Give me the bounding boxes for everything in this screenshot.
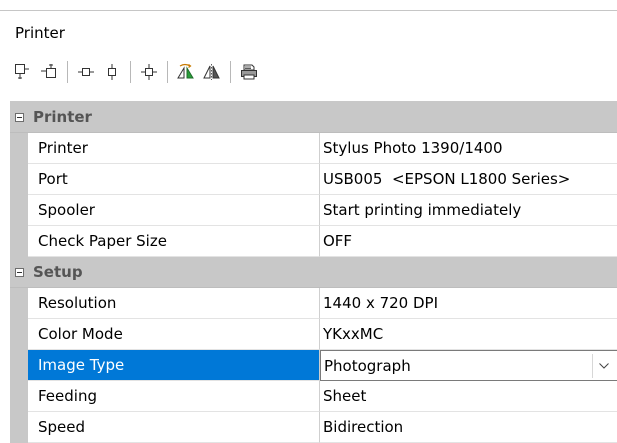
center-horizontal-icon[interactable] <box>73 58 99 86</box>
center-both-icon[interactable] <box>136 58 162 86</box>
toolbar-separator <box>130 61 131 83</box>
property-grid: Printer Printer Stylus Photo 1390/1400 P… <box>10 101 617 443</box>
category-printer[interactable]: Printer <box>10 102 617 133</box>
property-row-resolution[interactable]: Resolution 1440 x 720 DPI <box>10 288 617 319</box>
property-name: Color Mode <box>28 319 320 350</box>
property-value[interactable]: Bidirection <box>320 412 617 443</box>
property-row-speed[interactable]: Speed Bidirection <box>10 412 617 443</box>
property-name: Image Type <box>28 350 320 381</box>
printer-icon[interactable] <box>236 58 262 86</box>
selected-value: Photograph <box>324 357 411 375</box>
property-name: Port <box>28 164 320 195</box>
category-label: Setup <box>33 263 83 281</box>
property-value[interactable]: Stylus Photo 1390/1400 <box>320 133 617 164</box>
collapse-icon[interactable] <box>10 102 28 132</box>
align-top-right-icon[interactable] <box>36 58 62 86</box>
property-value[interactable]: USB005 <EPSON L1800 Series> <box>320 164 617 195</box>
property-name: Speed <box>28 412 320 443</box>
property-value[interactable]: OFF <box>320 226 617 257</box>
property-row-feeding[interactable]: Feeding Sheet <box>10 381 617 412</box>
image-type-select[interactable]: Photograph <box>320 350 617 381</box>
toolbar-separator <box>167 61 168 83</box>
top-divider <box>0 10 617 11</box>
collapse-icon[interactable] <box>10 257 28 287</box>
align-bottom-left-icon[interactable] <box>10 58 36 86</box>
toolbar-separator <box>230 61 231 83</box>
property-name: Printer <box>28 133 320 164</box>
property-row-spooler[interactable]: Spooler Start printing immediately <box>10 195 617 226</box>
property-row-printer[interactable]: Printer Stylus Photo 1390/1400 <box>10 133 617 164</box>
property-row-check-paper-size[interactable]: Check Paper Size OFF <box>10 226 617 257</box>
property-value[interactable]: Start printing immediately <box>320 195 617 226</box>
toolbar-separator <box>67 61 68 83</box>
flip-horizontal-icon[interactable] <box>199 58 225 86</box>
toolbar <box>10 58 262 86</box>
property-value[interactable]: YKxxMC <box>320 319 617 350</box>
property-name: Check Paper Size <box>28 226 320 257</box>
center-vertical-icon[interactable] <box>99 58 125 86</box>
mirror-color-icon[interactable] <box>173 58 199 86</box>
property-name: Resolution <box>28 288 320 319</box>
panel-title: Printer <box>15 24 65 42</box>
property-name: Spooler <box>28 195 320 226</box>
category-label: Printer <box>33 108 92 126</box>
category-setup[interactable]: Setup <box>10 257 617 288</box>
property-row-port[interactable]: Port USB005 <EPSON L1800 Series> <box>10 164 617 195</box>
property-row-color-mode[interactable]: Color Mode YKxxMC <box>10 319 617 350</box>
property-value[interactable]: Sheet <box>320 381 617 412</box>
chevron-down-icon[interactable] <box>592 354 615 378</box>
property-row-image-type[interactable]: Image Type Photograph <box>10 350 617 381</box>
property-name: Feeding <box>28 381 320 412</box>
property-value[interactable]: 1440 x 720 DPI <box>320 288 617 319</box>
